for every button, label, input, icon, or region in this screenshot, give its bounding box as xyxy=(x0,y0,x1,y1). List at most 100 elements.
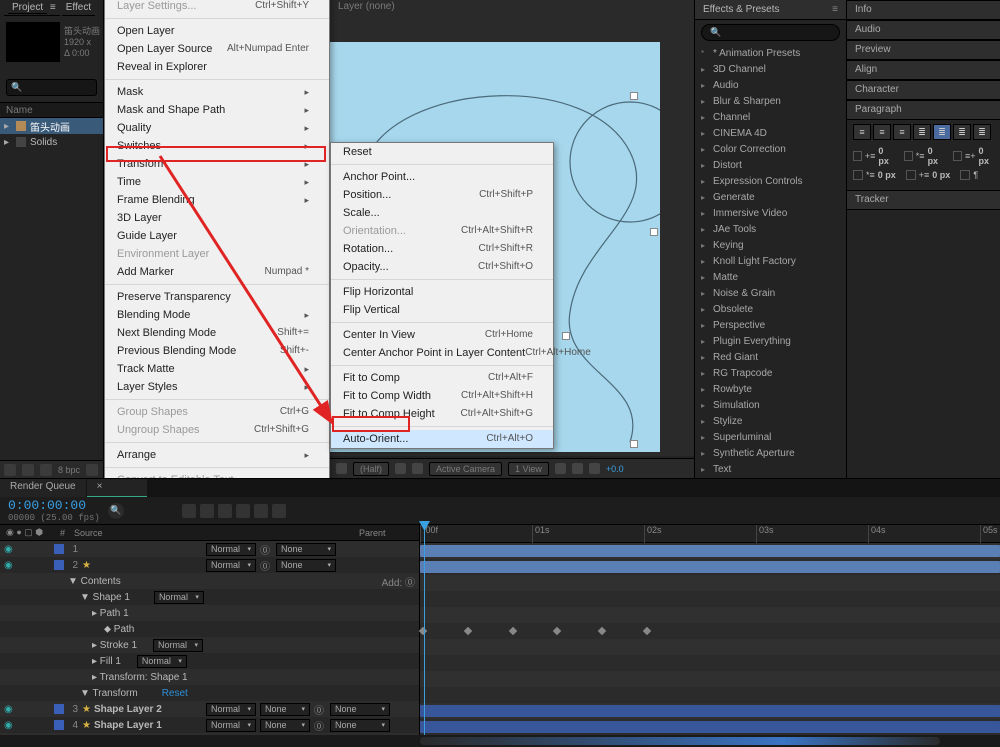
panel-character-header[interactable]: Character xyxy=(847,80,1000,100)
timeline-track[interactable] xyxy=(420,687,1000,703)
justify-center-icon[interactable]: ≣ xyxy=(933,124,951,140)
effects-category[interactable]: Generate xyxy=(695,189,846,205)
effects-category[interactable]: Blur & Sharpen xyxy=(695,93,846,109)
effects-category[interactable]: Red Giant xyxy=(695,349,846,365)
align-left-icon[interactable]: ≡ xyxy=(853,124,871,140)
current-timecode[interactable]: 0:00:00:00 xyxy=(8,498,100,513)
timeline-track[interactable] xyxy=(420,591,1000,607)
timeline-layer-row[interactable]: ▸ Stroke 1Normal xyxy=(0,637,419,653)
timeline-layer-row[interactable]: ▼ TransformReset xyxy=(0,685,419,701)
menu-item[interactable]: Next Blending ModeShift+= xyxy=(105,324,329,342)
timeline-track[interactable] xyxy=(420,655,1000,671)
keyframe-icon[interactable] xyxy=(598,627,606,635)
effects-category[interactable]: Color Correction xyxy=(695,141,846,157)
effects-category[interactable]: Perspective xyxy=(695,317,846,333)
menu-item[interactable]: Open Layer xyxy=(105,22,329,40)
menu-item[interactable]: Guide Layer xyxy=(105,227,329,245)
panel-info-header[interactable]: Info xyxy=(847,0,1000,20)
tab-project[interactable]: Project ≡ xyxy=(4,2,60,16)
keyframe-icon[interactable] xyxy=(643,627,651,635)
handle-icon[interactable] xyxy=(562,332,570,340)
current-time-indicator[interactable] xyxy=(424,525,425,747)
timeline-layer-row[interactable]: ◉1Normal⓪None xyxy=(0,541,419,557)
timeline-track[interactable] xyxy=(420,639,1000,655)
timeline-layer-list[interactable]: ◉ ● ▢ ⬢ # Source Parent ◉1Normal⓪None◉2★… xyxy=(0,525,420,747)
view-opt-icon[interactable] xyxy=(589,463,600,474)
menu-item[interactable]: Flip Vertical xyxy=(331,301,553,319)
keyframe-icon[interactable] xyxy=(464,627,472,635)
folder-icon[interactable] xyxy=(22,464,34,476)
camera-dropdown[interactable]: Active Camera xyxy=(429,462,502,476)
timeline-layer-row[interactable]: ◉2★Normal⓪None xyxy=(0,557,419,573)
menu-item[interactable]: Opacity...Ctrl+Shift+O xyxy=(331,258,553,276)
project-column-name[interactable]: Name xyxy=(0,102,103,118)
timeline-layer-row[interactable]: ▸ Transform: Shape 1 xyxy=(0,669,419,685)
tl-tool-icon[interactable] xyxy=(200,504,214,518)
menu-item[interactable]: Switches xyxy=(105,137,329,155)
timeline-layer-row[interactable]: ◉4★Shape Layer 1NormalNone⓪None xyxy=(0,717,419,733)
timeline-track[interactable] xyxy=(420,575,1000,591)
handle-icon[interactable] xyxy=(650,228,658,236)
magnify-icon[interactable] xyxy=(336,463,347,474)
tab-effect[interactable]: Effect xyxy=(62,2,95,16)
effects-category[interactable]: Simulation xyxy=(695,397,846,413)
keyframe-icon[interactable] xyxy=(553,627,561,635)
timeline-search-icon[interactable]: 🔍 xyxy=(108,503,124,519)
effects-category[interactable]: Synthetic Aperture xyxy=(695,445,846,461)
panel-paragraph-header[interactable]: Paragraph xyxy=(847,100,1000,120)
resolution-dropdown[interactable]: (Half) xyxy=(353,462,389,476)
menu-item[interactable]: Previous Blending ModeShift+- xyxy=(105,342,329,360)
keyframe-icon[interactable] xyxy=(419,627,427,635)
effects-category[interactable]: Expression Controls xyxy=(695,173,846,189)
menu-item[interactable]: Flip Horizontal xyxy=(331,283,553,301)
menu-item[interactable]: Reset xyxy=(331,143,553,161)
timeline-layer-row[interactable]: ▸ Path 1 xyxy=(0,605,419,621)
indent-left-field[interactable]: +≡ 0 px xyxy=(853,146,894,166)
menu-item[interactable]: Fit to Comp WidthCtrl+Alt+Shift+H xyxy=(331,387,553,405)
timeline-layer-row[interactable]: ▼ Shape 1Normal xyxy=(0,589,419,605)
timeline-track[interactable] xyxy=(420,607,1000,623)
rtl-icon[interactable]: ¶ xyxy=(960,170,978,180)
tl-tool-icon[interactable] xyxy=(182,504,196,518)
effects-category[interactable]: Superluminal xyxy=(695,429,846,445)
effects-category[interactable]: Channel xyxy=(695,109,846,125)
timeline-layer-row[interactable]: ▸ Fill 1Normal xyxy=(0,653,419,669)
menu-item[interactable]: Add MarkerNumpad * xyxy=(105,263,329,281)
interpret-icon[interactable] xyxy=(4,464,16,476)
tl-tool-icon[interactable] xyxy=(254,504,268,518)
effects-search-input[interactable] xyxy=(701,24,840,41)
effects-category[interactable]: Plugin Everything xyxy=(695,333,846,349)
timeline-tracks[interactable]: :00f01s02s03s04s05s xyxy=(420,525,1000,747)
viewer-tab[interactable]: Layer (none) xyxy=(330,0,694,16)
handle-icon[interactable] xyxy=(630,92,638,100)
menu-item[interactable]: Blending Mode xyxy=(105,306,329,324)
effects-category[interactable]: Obsolete xyxy=(695,301,846,317)
effects-category[interactable]: JAe Tools xyxy=(695,221,846,237)
timeline-track[interactable] xyxy=(420,703,1000,719)
menu-item[interactable]: Center In ViewCtrl+Home xyxy=(331,326,553,344)
effects-category[interactable]: Matte xyxy=(695,269,846,285)
tab-comp[interactable]: × xyxy=(87,479,147,497)
panel-audio-header[interactable]: Audio xyxy=(847,20,1000,40)
keyframe-icon[interactable] xyxy=(508,627,516,635)
panel-tracker-header[interactable]: Tracker xyxy=(847,190,1000,210)
timeline-track[interactable] xyxy=(420,543,1000,559)
justify-full-icon[interactable]: ≣ xyxy=(973,124,991,140)
menu-item[interactable]: Center Anchor Point in Layer ContentCtrl… xyxy=(331,344,553,362)
view-opt-icon[interactable] xyxy=(572,463,583,474)
indent-right-field[interactable]: ≡+ 0 px xyxy=(953,146,994,166)
project-item-comp[interactable]: ▸ 笛头动画 xyxy=(0,118,103,134)
view-opt-icon[interactable] xyxy=(555,463,566,474)
effects-category[interactable]: Rowbyte xyxy=(695,381,846,397)
panel-align-header[interactable]: Align xyxy=(847,60,1000,80)
menu-item[interactable]: Frame Blending xyxy=(105,191,329,209)
space-after-field[interactable]: +≡ 0 px xyxy=(906,170,951,180)
tab-render-queue[interactable]: Render Queue xyxy=(0,479,86,497)
space-before-field[interactable]: *≡ 0 px xyxy=(853,170,896,180)
menu-item[interactable]: Mask xyxy=(105,83,329,101)
view-dropdown[interactable]: 1 View xyxy=(508,462,549,476)
effects-category[interactable]: Keying xyxy=(695,237,846,253)
panel-preview-header[interactable]: Preview xyxy=(847,40,1000,60)
menu-item[interactable]: Position...Ctrl+Shift+P xyxy=(331,186,553,204)
menu-item[interactable]: Mask and Shape Path xyxy=(105,101,329,119)
